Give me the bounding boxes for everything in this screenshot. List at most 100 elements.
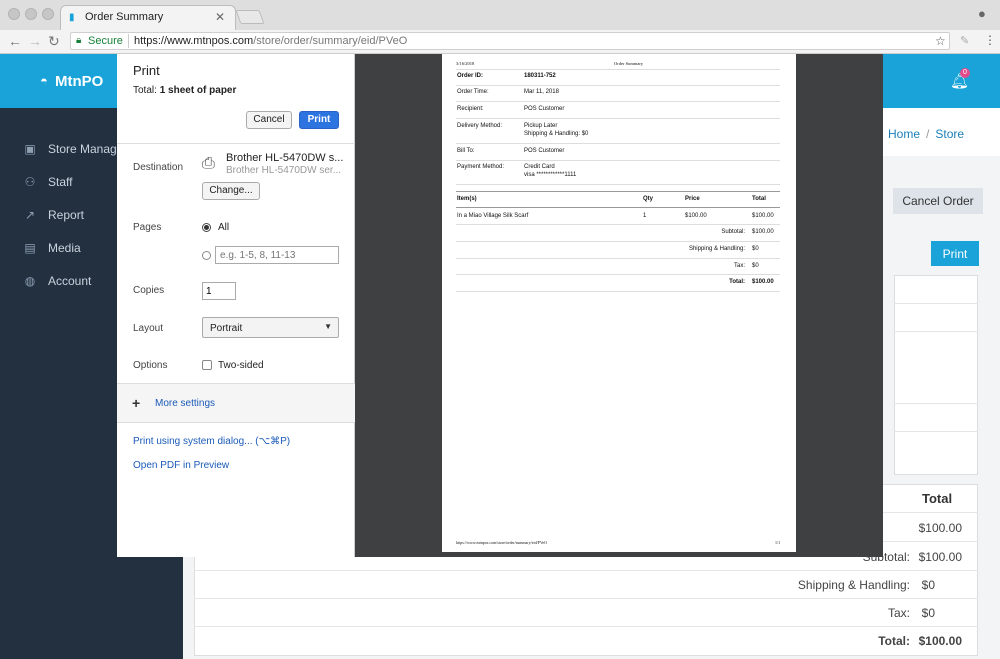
divider [117, 143, 355, 144]
preview-field-label: Order Time: [457, 89, 489, 95]
preview-field-value: Mar 11, 2018 [524, 89, 559, 95]
close-window-button[interactable] [8, 8, 20, 20]
preview-field-value: Pickup Later [524, 123, 558, 129]
forward-icon[interactable]: → [28, 33, 42, 49]
tax-value: $0 [921, 606, 935, 620]
layout-label: Layout [133, 323, 164, 334]
plus-icon: + [132, 395, 141, 411]
preview-header-title: Order Summary [614, 61, 644, 66]
tab-title: Order Summary [85, 11, 164, 23]
radio-dot [204, 225, 209, 230]
preview-subtotal: $100.00 [752, 229, 774, 235]
preview-field-label: Recipient: [457, 106, 484, 112]
reload-icon[interactable]: ↻ [48, 33, 60, 50]
pages-range-input[interactable] [215, 246, 339, 264]
preview-total: $100.00 [752, 279, 774, 285]
open-pdf-link[interactable]: Open PDF in Preview [133, 460, 229, 471]
divider [894, 403, 978, 404]
sidebar-item-store-manage[interactable]: ▣ Store Manage [22, 142, 123, 156]
tax-label: Tax: [887, 606, 910, 620]
print-button[interactable]: Print [299, 111, 339, 129]
options-label: Options [133, 360, 168, 371]
change-destination-button[interactable]: Change... [202, 182, 260, 200]
print-dialog [117, 54, 355, 557]
breadcrumb-store[interactable]: Store [935, 127, 964, 141]
sidebar-item-media[interactable]: ▤ Media [22, 241, 80, 255]
image-icon: ▤ [24, 241, 36, 255]
two-sided-checkbox[interactable] [202, 360, 212, 370]
pages-label: Pages [133, 222, 162, 233]
printer-name: Brother HL-5470DW s... [226, 152, 344, 164]
divider [456, 184, 780, 185]
divider [894, 331, 978, 332]
divider [894, 431, 978, 432]
close-tab-icon[interactable]: ✕ [215, 10, 225, 24]
shipping-label: Shipping & Handling: [797, 578, 910, 592]
system-dialog-link[interactable]: Print using system dialog... (⌥⌘P) [133, 436, 290, 447]
sidebar-item-staff[interactable]: ⚇ Staff [22, 175, 73, 189]
copies-input[interactable] [202, 282, 236, 300]
divider [117, 422, 355, 423]
sidebar-item-report[interactable]: ↗ Report [22, 208, 84, 222]
bookmark-star-icon[interactable]: ☆ [935, 34, 946, 48]
preview-field-label: Payment Method: [457, 164, 505, 170]
divider [456, 69, 780, 70]
globe-icon: ◍ [24, 274, 36, 288]
sidebar-item-label: Store Manage [48, 142, 124, 156]
more-settings-row[interactable] [117, 384, 355, 422]
preview-item-name: In a Miao Village Silk Scarf [457, 213, 529, 219]
more-settings-link[interactable]: More settings [155, 398, 215, 409]
menu-icon[interactable]: ⋮ [984, 33, 996, 47]
destination-label: Destination [133, 162, 184, 173]
breadcrumb: Home / Store [888, 127, 965, 141]
pages-all-radio[interactable] [202, 223, 211, 232]
print-page-button[interactable]: Print [931, 241, 979, 266]
cancel-order-button[interactable]: Cancel Order [893, 188, 983, 214]
trend-icon: ↗ [24, 208, 36, 222]
secure-label: Secure [88, 35, 123, 47]
preview-field-value: POS Customer [524, 106, 565, 112]
preview-field-value: POS Customer [524, 148, 565, 154]
pages-custom-radio[interactable] [202, 251, 211, 260]
preview-total-label: Total: [729, 279, 745, 285]
url-text: https://www.mtnpos.com/store/order/summa… [134, 35, 407, 47]
preview-field-value-2: Shipping & Handling: $0 [524, 131, 589, 137]
preview-shipping: $0 [752, 246, 759, 252]
notification-badge: 0 [960, 68, 970, 78]
sidebar-item-label: Report [48, 208, 85, 222]
divider [194, 626, 978, 627]
minimize-window-button[interactable] [25, 8, 37, 20]
divider [456, 258, 780, 259]
back-icon[interactable]: ← [8, 33, 22, 49]
sidebar-item-account[interactable]: ◍ Account [22, 274, 92, 288]
divider [128, 34, 129, 48]
preview-item-total: $100.00 [752, 213, 774, 219]
shipping-value: $0 [921, 578, 935, 592]
chevron-down-icon: ▼ [324, 322, 332, 331]
sidebar-item-label: Account [48, 274, 92, 288]
total-value: $100.00 [918, 634, 962, 648]
new-tab-button[interactable] [235, 10, 265, 24]
item-total: $100.00 [918, 521, 962, 535]
divider [456, 241, 780, 242]
two-sided-label: Two-sided [218, 360, 264, 371]
profile-icon[interactable]: ● [978, 6, 992, 21]
order-details-panel [894, 275, 978, 475]
divider [456, 191, 780, 192]
preview-field-label: Order ID: [457, 73, 484, 79]
browser-tab[interactable]: ▮ Order Summary ✕ [60, 5, 236, 31]
divider [194, 570, 978, 571]
preview-col-items: Item(s) [457, 196, 477, 202]
divider [456, 101, 780, 102]
bar-chart-icon: ▮ [69, 12, 75, 23]
lock-icon: 🔒︎ [76, 35, 82, 46]
preview-subtotal-label: Subtotal: [721, 229, 745, 235]
zoom-window-button[interactable] [42, 8, 54, 20]
preview-shipping-label: Shipping & Handling: [688, 246, 745, 252]
cancel-button[interactable]: Cancel [246, 111, 292, 129]
layout-select[interactable]: Portrait ▼ [202, 317, 339, 338]
divider [456, 224, 780, 225]
breadcrumb-home[interactable]: Home [888, 127, 920, 141]
extension-icon[interactable]: ✎ [960, 34, 969, 47]
divider [456, 160, 780, 161]
